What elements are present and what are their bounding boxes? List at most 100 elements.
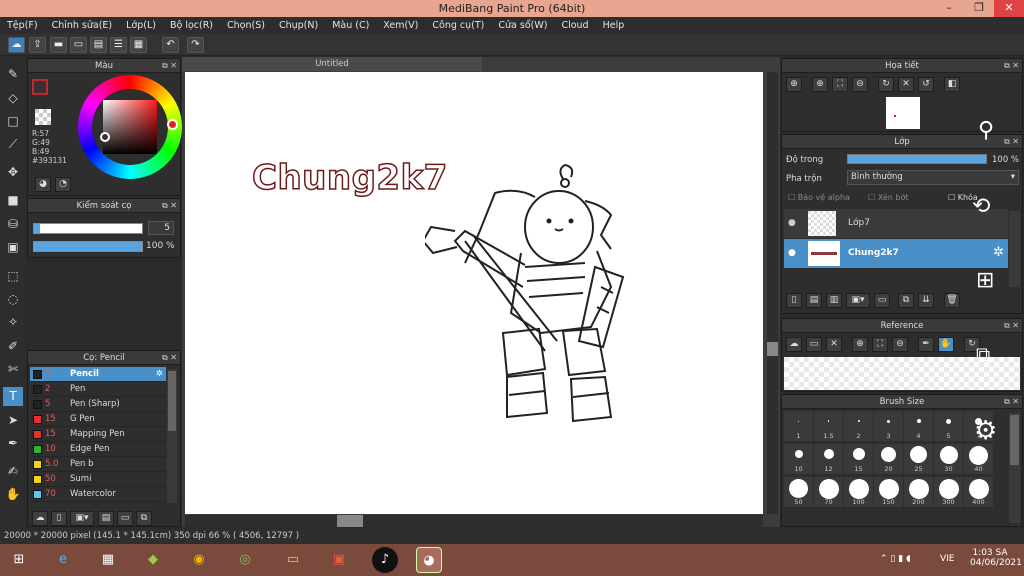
- brush-size-option[interactable]: 2: [844, 411, 873, 441]
- close-button[interactable]: ✕: [994, 0, 1024, 17]
- maximize-button[interactable]: ❐: [964, 0, 994, 17]
- brush-tool-icon[interactable]: ✎: [3, 65, 23, 84]
- ref-close-icon[interactable]: ✕: [826, 337, 842, 352]
- secondary-color-swatch[interactable]: [35, 109, 51, 125]
- panel-controls-icon[interactable]: ⧉ ✕: [1004, 135, 1019, 149]
- brush-item[interactable]: 15 Mapping Pen: [30, 427, 166, 442]
- chrome-icon[interactable]: ◉: [186, 547, 212, 573]
- layer-opacity-slider[interactable]: [847, 154, 987, 164]
- language-indicator[interactable]: VIE: [940, 554, 955, 564]
- document-tab[interactable]: Untitled: [182, 57, 482, 71]
- palette-add-icon[interactable]: ◔: [55, 177, 71, 192]
- brush-add-icon[interactable]: ▣▾: [70, 511, 94, 526]
- settings-overlay-gear-icon[interactable]: ⚙: [974, 416, 997, 446]
- brush-size-option[interactable]: 100: [844, 477, 873, 507]
- drawing-canvas[interactable]: Chung2k7: [185, 72, 763, 514]
- flip-icon[interactable]: ✕: [898, 77, 914, 92]
- dropper-tool-icon[interactable]: ✒: [3, 434, 23, 453]
- chat-icon[interactable]: ▭: [70, 37, 87, 53]
- palette-icon[interactable]: ◕: [35, 177, 51, 192]
- new-layer-halftone-icon[interactable]: ▤: [806, 293, 822, 308]
- hand-tool-icon[interactable]: ✋: [3, 485, 23, 504]
- canvas-horizontal-scrollbar[interactable]: [185, 515, 763, 527]
- grid-app-icon[interactable]: ▦: [95, 547, 121, 573]
- brush-size-option[interactable]: 10: [784, 444, 813, 474]
- brush-settings-gear-icon[interactable]: ✲: [156, 367, 163, 382]
- brush-folder-icon[interactable]: ▭: [117, 511, 133, 526]
- select-rect-tool-icon[interactable]: ⬚: [3, 267, 23, 286]
- brush-size-slider[interactable]: [33, 223, 143, 234]
- gradient-tool-icon[interactable]: ▣: [3, 238, 23, 257]
- canvas-vertical-scrollbar[interactable]: [767, 72, 778, 514]
- merge-layer-icon[interactable]: ⇊: [918, 293, 934, 308]
- rect-tool-icon[interactable]: □: [3, 112, 23, 131]
- brush-size-option[interactable]: 400: [964, 477, 993, 507]
- ref-fit-icon[interactable]: ⛶: [872, 337, 888, 352]
- grid-icon[interactable]: ▦: [130, 37, 147, 53]
- ref-zoom-out-icon[interactable]: ⊖: [892, 337, 908, 352]
- new-layer-1bit-icon[interactable]: ▥: [826, 293, 842, 308]
- brush-copy-icon[interactable]: ▤: [98, 511, 114, 526]
- zoom-in-icon[interactable]: ⊕: [786, 77, 802, 92]
- brush-list-scrollbar[interactable]: [167, 369, 177, 503]
- panel-controls-icon[interactable]: ⧉ ✕: [1004, 59, 1019, 73]
- menu-tools[interactable]: Công cụ(T): [425, 17, 491, 34]
- ref-zoom-in-icon[interactable]: ⊕: [852, 337, 868, 352]
- brush-size-value[interactable]: 5: [148, 221, 174, 235]
- minimize-button[interactable]: –: [934, 0, 964, 17]
- brush-size-option[interactable]: 15: [844, 444, 873, 474]
- comment-icon[interactable]: ▬: [50, 37, 67, 53]
- menu-help[interactable]: Help: [596, 17, 632, 34]
- line-tool-icon[interactable]: ⟋: [3, 135, 23, 154]
- ref-hand-icon[interactable]: ✋: [938, 337, 954, 352]
- document-icon[interactable]: ▤: [90, 37, 107, 53]
- move-tool-icon[interactable]: ✥: [3, 163, 23, 182]
- operation-tool-icon[interactable]: ➤: [3, 411, 23, 430]
- brush-size-option[interactable]: 3: [874, 411, 903, 441]
- hue-handle[interactable]: [167, 119, 178, 130]
- protect-alpha-checkbox[interactable]: ☐ Bảo vệ alpha: [788, 193, 850, 202]
- brush-size-option[interactable]: 70: [814, 477, 843, 507]
- brush-item[interactable]: 70 Watercolor: [30, 487, 166, 502]
- tiktok-icon[interactable]: ♪: [372, 547, 398, 573]
- clock[interactable]: 1:03 SA 04/06/2021: [970, 548, 1022, 568]
- ref-open-icon[interactable]: ▭: [806, 337, 822, 352]
- zoom-out-icon[interactable]: ⊖: [852, 77, 868, 92]
- eraser-tool-icon[interactable]: ◇: [3, 89, 23, 108]
- brush-size-option[interactable]: 5: [934, 411, 963, 441]
- select-eraser-tool-icon[interactable]: ✄: [3, 360, 23, 379]
- ref-cloud-icon[interactable]: ☁: [786, 337, 802, 352]
- redo-icon[interactable]: ↷: [187, 37, 204, 53]
- blend-mode-select[interactable]: Bình thường ▾: [847, 170, 1019, 185]
- brush-size-option[interactable]: 20: [874, 444, 903, 474]
- share-overlay-icon[interactable]: ⟲: [972, 194, 990, 219]
- panel-controls-icon[interactable]: ⧉ ✕: [1004, 395, 1019, 409]
- brush-size-option[interactable]: 1: [784, 411, 813, 441]
- brush-item[interactable]: 10 Edge Pen: [30, 442, 166, 457]
- brush-size-option[interactable]: 25: [904, 444, 933, 474]
- layer-settings-gear-icon[interactable]: ✲: [993, 245, 1004, 260]
- reset-icon[interactable]: ↺: [918, 77, 934, 92]
- share-icon[interactable]: ⇪: [29, 37, 46, 53]
- saturation-square[interactable]: [103, 100, 157, 154]
- brush-size-option[interactable]: 50: [784, 477, 813, 507]
- delete-layer-icon[interactable]: 🗑: [944, 293, 960, 308]
- menu-file[interactable]: Tệp(F): [0, 17, 45, 34]
- brush-item[interactable]: 5.0 Pen b: [30, 457, 166, 472]
- system-tray-icons[interactable]: ⌃ ▯ ▮ ◖: [880, 554, 911, 564]
- brush-size-option[interactable]: 30: [934, 444, 963, 474]
- windows-overlay-icon[interactable]: ⊞: [976, 268, 994, 293]
- primary-color-swatch[interactable]: [32, 79, 48, 95]
- browser-icon[interactable]: ◎: [232, 547, 258, 573]
- brush-item[interactable]: 2 Pen: [30, 382, 166, 397]
- brush-size-scrollbar[interactable]: [1009, 413, 1020, 523]
- cloud-icon[interactable]: ☁: [8, 37, 25, 53]
- medibang-taskbar-icon[interactable]: ◕: [416, 547, 442, 573]
- brush-opacity-slider[interactable]: [33, 241, 143, 252]
- brush-size-option[interactable]: 12: [814, 444, 843, 474]
- search-overlay-icon[interactable]: ⚲: [978, 118, 994, 143]
- layer-list-scrollbar[interactable]: [1009, 211, 1020, 287]
- brush-size-option[interactable]: 300: [934, 477, 963, 507]
- brush-size-option[interactable]: 1.5: [814, 411, 843, 441]
- menu-color[interactable]: Màu (C): [325, 17, 376, 34]
